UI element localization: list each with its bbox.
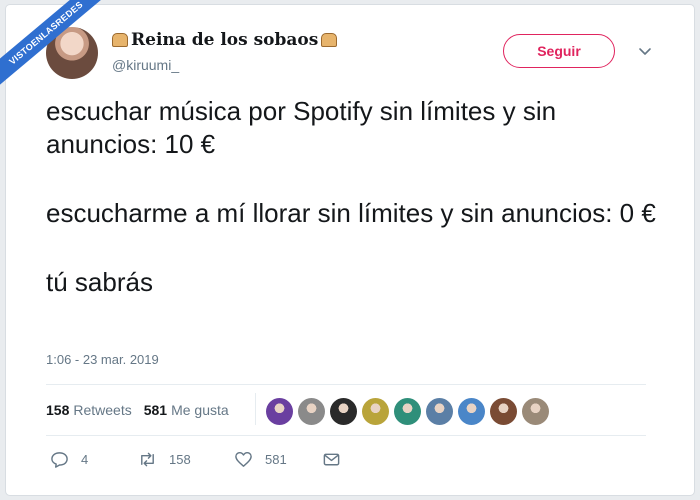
liker-avatar[interactable]: [522, 398, 549, 425]
likes-count[interactable]: 581: [144, 402, 167, 418]
liker-avatars: [266, 398, 549, 425]
tweet-paragraph: escuchar música por Spotify sin límites …: [46, 96, 557, 159]
tweet-paragraph: escucharme a mí llorar sin límites y sin…: [46, 198, 656, 228]
display-name-text: Reina de los sobaos: [131, 30, 319, 50]
divider: [46, 384, 646, 385]
user-handle[interactable]: @kiruumi_: [112, 57, 179, 73]
tweet-card: VISTOENLASREDES Reina de los sobaos @kir…: [0, 0, 694, 495]
liker-avatar[interactable]: [298, 398, 325, 425]
divider: [255, 393, 256, 425]
retweet-icon: [141, 452, 154, 467]
tweet-timestamp[interactable]: 1:06 - 23 mar. 2019: [46, 352, 159, 367]
engagement-stats: 158 Retweets 581 Me gusta: [46, 402, 229, 418]
reply-button[interactable]: 4: [50, 450, 138, 469]
liker-avatar[interactable]: [362, 398, 389, 425]
like-action-count: 581: [265, 452, 287, 467]
retweets-label[interactable]: Retweets: [73, 402, 131, 418]
like-button[interactable]: 581: [234, 450, 322, 469]
liker-avatar[interactable]: [490, 398, 517, 425]
retweets-count[interactable]: 158: [46, 402, 69, 418]
retweet-action-count: 158: [169, 452, 191, 467]
share-button[interactable]: [322, 450, 341, 469]
reply-icon: [51, 452, 68, 468]
envelope-icon: [323, 453, 340, 466]
tweet-text: escuchar música por Spotify sin límites …: [46, 95, 666, 299]
tweet-paragraph: tú sabrás: [46, 267, 153, 297]
action-bar: 4 158 581: [50, 450, 341, 469]
bread-icon: [321, 33, 338, 47]
follow-button[interactable]: Seguir: [503, 34, 615, 68]
liker-avatar[interactable]: [330, 398, 357, 425]
divider: [46, 435, 646, 436]
liker-avatar[interactable]: [394, 398, 421, 425]
heart-icon: [235, 451, 252, 467]
display-name[interactable]: Reina de los sobaos: [112, 30, 338, 50]
liker-avatar[interactable]: [458, 398, 485, 425]
retweet-button[interactable]: 158: [138, 450, 234, 469]
reply-count: 4: [81, 452, 89, 467]
chevron-down-icon[interactable]: [637, 43, 653, 59]
liker-avatar[interactable]: [426, 398, 453, 425]
bread-icon: [112, 33, 128, 47]
likes-label[interactable]: Me gusta: [171, 402, 229, 418]
liker-avatar[interactable]: [266, 398, 293, 425]
